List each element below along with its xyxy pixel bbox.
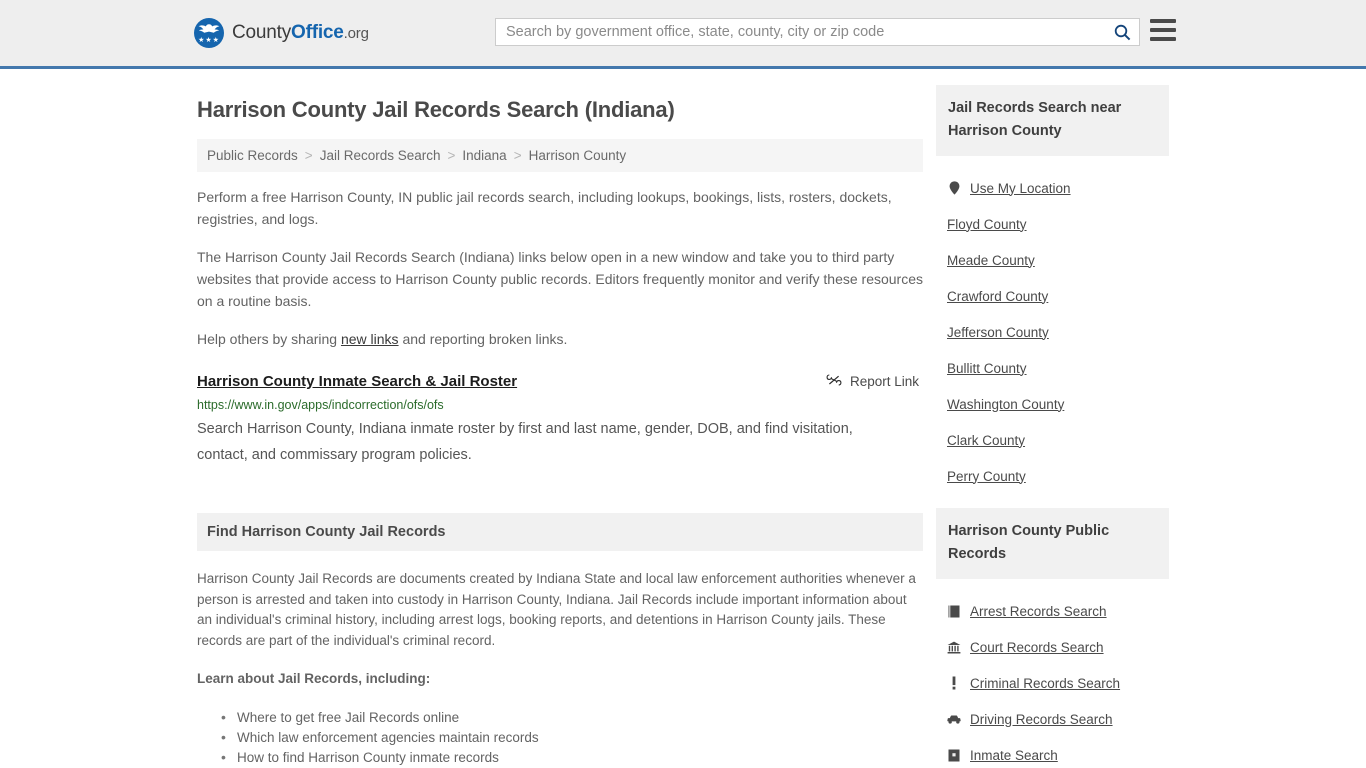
sidebar-item-label[interactable]: Use My Location [970, 181, 1071, 196]
breadcrumb-item-public-records[interactable]: Public Records [207, 148, 298, 163]
hamburger-bar [1150, 19, 1176, 23]
intro-paragraph-2: The Harrison County Jail Records Search … [197, 246, 923, 312]
sidebar-item-use-my-location[interactable]: Use My Location [936, 170, 1169, 206]
book-icon [947, 604, 961, 619]
section-paragraph: Harrison County Jail Records are documen… [197, 569, 923, 651]
logo-wordmark: CountyOffice.org [232, 22, 369, 44]
sidebar-panel-nearby: Jail Records Search near Harrison County… [936, 85, 1169, 498]
hamburger-bar [1150, 28, 1176, 32]
help-prefix: Help others by sharing [197, 331, 341, 347]
breadcrumb-item-jail-records-search[interactable]: Jail Records Search [320, 148, 441, 163]
breadcrumb-separator: > [514, 148, 522, 163]
new-links-link[interactable]: new links [341, 331, 399, 347]
courthouse-icon [947, 640, 961, 655]
sidebar-item-label[interactable]: Floyd County [947, 217, 1027, 232]
section-header: Find Harrison County Jail Records [197, 513, 923, 551]
sidebar-item-floyd-county[interactable]: Floyd County [936, 206, 1169, 242]
hamburger-bar [1150, 37, 1176, 41]
breadcrumb-separator: > [448, 148, 456, 163]
sidebar-public-records-heading: Harrison County Public Records [948, 520, 1157, 566]
search-bar[interactable] [495, 18, 1140, 46]
sidebar-item-court-records-search[interactable]: Court Records Search [936, 629, 1169, 665]
sidebar-nearby-header: Jail Records Search near Harrison County [936, 85, 1169, 156]
page-title: Harrison County Jail Records Search (Ind… [197, 97, 923, 123]
result-description: Search Harrison County, Indiana inmate r… [197, 416, 897, 468]
report-link-label: Report Link [850, 374, 919, 389]
section-heading: Find Harrison County Jail Records [207, 524, 446, 540]
sidebar-item-label[interactable]: Crawford County [947, 289, 1048, 304]
sidebar-item-label[interactable]: Criminal Records Search [970, 676, 1120, 691]
sidebar-item-label[interactable]: Bullitt County [947, 361, 1027, 376]
map-pin-icon [947, 181, 961, 196]
sidebar-public-records-list: Arrest Records Search [936, 579, 1169, 768]
logo-text-county: County [232, 22, 291, 43]
sidebar-item-jefferson-county[interactable]: Jefferson County [936, 314, 1169, 350]
report-link-button[interactable]: Report Link [826, 372, 919, 391]
page-body: Harrison County Jail Records Search (Ind… [0, 69, 1366, 768]
sidebar-item-label[interactable]: Meade County [947, 253, 1035, 268]
hamburger-menu-icon[interactable] [1150, 19, 1176, 41]
list-item: Where to get free Jail Records online [219, 708, 923, 728]
sidebar-item-label[interactable]: Court Records Search [970, 640, 1104, 655]
result-header-row: Harrison County Inmate Search & Jail Ros… [197, 372, 923, 392]
sidebar-item-label[interactable]: Jefferson County [947, 325, 1049, 340]
result-url: https://www.in.gov/apps/indcorrection/of… [197, 397, 923, 413]
sidebar-public-records-header: Harrison County Public Records [936, 508, 1169, 579]
sidebar-nearby-heading: Jail Records Search near Harrison County [948, 97, 1157, 143]
breadcrumb-separator: > [305, 148, 313, 163]
sidebar-item-label[interactable]: Inmate Search [970, 748, 1058, 763]
car-icon [947, 712, 961, 727]
broken-link-icon [826, 372, 842, 391]
sidebar-item-washington-county[interactable]: Washington County [936, 386, 1169, 422]
sidebar-panel-public-records: Harrison County Public Records Arrest Re… [936, 508, 1169, 768]
result-item: Harrison County Inmate Search & Jail Ros… [197, 372, 923, 468]
sidebar-item-label[interactable]: Clark County [947, 433, 1025, 448]
sidebar-item-crawford-county[interactable]: Crawford County [936, 278, 1169, 314]
help-suffix: and reporting broken links. [399, 331, 568, 347]
exclamation-icon [947, 676, 961, 691]
sidebar-item-bullitt-county[interactable]: Bullitt County [936, 350, 1169, 386]
section-body: Harrison County Jail Records are documen… [197, 551, 923, 768]
sidebar-nearby-list: Use My Location Floyd County Meade Count… [936, 156, 1169, 498]
breadcrumb-item-indiana[interactable]: Indiana [462, 148, 506, 163]
sidebar-item-label[interactable]: Arrest Records Search [970, 604, 1107, 619]
sidebar-item-meade-county[interactable]: Meade County [936, 242, 1169, 278]
logo-text-tld: .org [344, 25, 369, 42]
logo-text-office: Office [291, 22, 344, 43]
help-paragraph: Help others by sharing new links and rep… [197, 328, 923, 350]
list-item: How to find Harrison County inmate recor… [219, 748, 923, 768]
breadcrumb: Public Records > Jail Records Search > I… [197, 139, 923, 172]
sidebar-item-label[interactable]: Washington County [947, 397, 1064, 412]
main-content: Harrison County Jail Records Search (Ind… [197, 85, 923, 768]
list-item: Which law enforcement agencies maintain … [219, 728, 923, 748]
sidebar-item-label[interactable]: Perry County [947, 469, 1026, 484]
sidebar-item-clark-county[interactable]: Clark County [936, 422, 1169, 458]
site-logo[interactable]: ★★★ CountyOffice.org [194, 18, 369, 48]
learn-about-list: Where to get free Jail Records online Wh… [197, 708, 923, 768]
sidebar-item-criminal-records-search[interactable]: Criminal Records Search [936, 665, 1169, 701]
eagle-seal-icon: ★★★ [194, 18, 224, 48]
search-input[interactable] [496, 19, 1105, 45]
intro-paragraph-1: Perform a free Harrison County, IN publi… [197, 186, 923, 230]
sidebar-item-arrest-records-search[interactable]: Arrest Records Search [936, 593, 1169, 629]
breadcrumb-item-harrison-county[interactable]: Harrison County [529, 148, 627, 163]
result-title-link[interactable]: Harrison County Inmate Search & Jail Ros… [197, 372, 517, 392]
logo-stars: ★★★ [194, 37, 224, 44]
search-button[interactable] [1105, 19, 1139, 45]
learn-about-label: Learn about Jail Records, including: [197, 669, 923, 690]
sidebar-item-driving-records-search[interactable]: Driving Records Search [936, 701, 1169, 737]
jail-door-icon [947, 748, 961, 763]
site-header: ★★★ CountyOffice.org [0, 0, 1366, 69]
sidebar-item-perry-county[interactable]: Perry County [936, 458, 1169, 494]
sidebar: Jail Records Search near Harrison County… [936, 85, 1169, 768]
sidebar-item-inmate-search[interactable]: Inmate Search [936, 737, 1169, 768]
sidebar-item-label[interactable]: Driving Records Search [970, 712, 1113, 727]
